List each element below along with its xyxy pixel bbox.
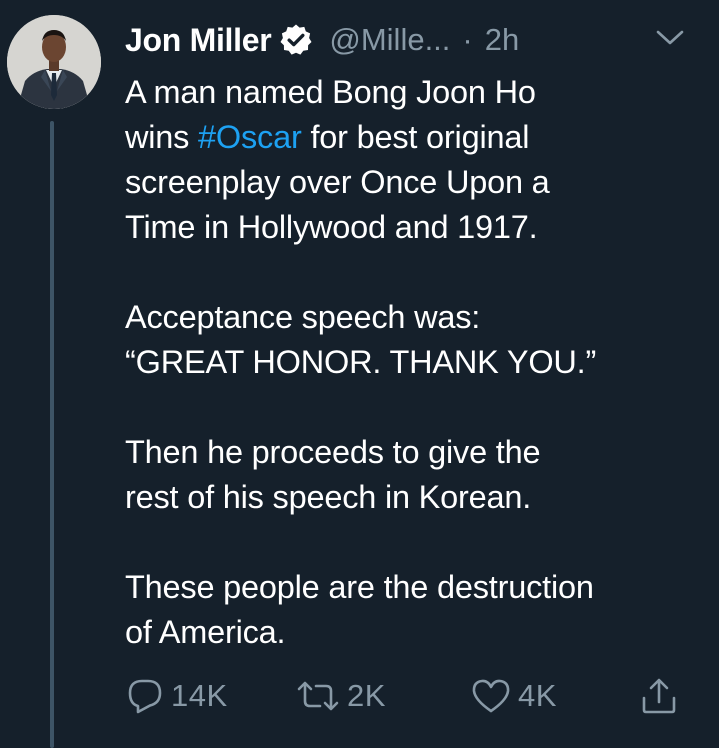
- tweet-text-line: of America.: [125, 614, 286, 650]
- reply-count: 14K: [171, 678, 228, 713]
- tweet-text-fragment: wins: [125, 119, 199, 155]
- tweet-text-line: wins #Oscar for best original: [125, 115, 715, 160]
- tweet-text-line: screenplay over Once Upon a: [125, 164, 550, 200]
- tweet-actions: 14K 2K 4K: [125, 672, 695, 720]
- avatar-image: [7, 15, 101, 109]
- share-icon: [642, 678, 676, 714]
- tweet-text-line: A man named Bong Joon Ho: [125, 74, 536, 110]
- tweet-text-line: Acceptance speech was:: [125, 299, 481, 335]
- reply-button[interactable]: 14K: [125, 672, 228, 720]
- reply-icon: [128, 679, 162, 714]
- retweet-icon: [297, 681, 339, 711]
- retweet-button[interactable]: 2K: [295, 672, 386, 720]
- thread-line: [50, 121, 54, 748]
- avatar[interactable]: [7, 15, 101, 109]
- share-button[interactable]: [639, 672, 679, 720]
- tweet-header: Jon Miller @Mille... · 2h: [125, 18, 719, 62]
- hashtag-link[interactable]: #Oscar: [198, 119, 302, 155]
- chevron-down-icon[interactable]: [655, 26, 685, 50]
- retweet-count: 2K: [347, 678, 386, 713]
- tweet-text-line: These people are the destruction: [125, 569, 594, 605]
- author-name[interactable]: Jon Miller: [125, 22, 272, 59]
- heart-icon: [472, 679, 510, 713]
- tweet-text-line: rest of his speech in Korean.: [125, 479, 532, 515]
- author-handle[interactable]: @Mille...: [329, 22, 450, 58]
- like-count: 4K: [518, 678, 557, 713]
- timestamp[interactable]: 2h: [485, 22, 519, 58]
- separator-dot: ·: [462, 22, 473, 57]
- tweet-text-line: Time in Hollywood and 1917.: [125, 209, 538, 245]
- verified-badge-icon: [279, 23, 313, 57]
- tweet-text: A man named Bong Joon Ho wins #Oscar for…: [125, 70, 715, 655]
- tweet-text-line: Then he proceeds to give the: [125, 434, 541, 470]
- tweet-text-fragment: for best original: [301, 119, 530, 155]
- tweet[interactable]: Jon Miller @Mille... · 2h A man named Bo…: [0, 0, 719, 748]
- like-button[interactable]: 4K: [470, 672, 557, 720]
- tweet-text-line: “GREAT HONOR. THANK YOU.”: [125, 344, 597, 380]
